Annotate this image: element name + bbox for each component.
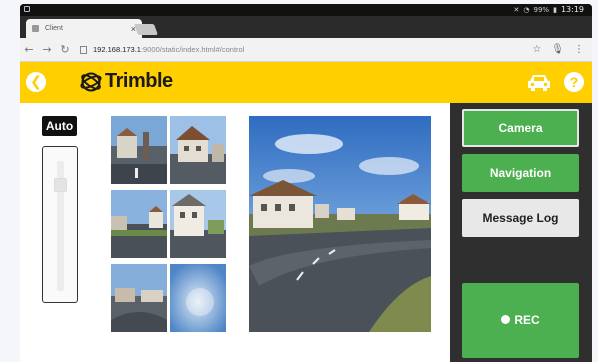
tab-strip: Client ×	[20, 16, 592, 38]
camera-view-4[interactable]	[170, 190, 226, 258]
control-page: Auto Camera Navigation Message Log REC	[20, 103, 592, 362]
notification-icon	[24, 6, 30, 12]
camera-view-3[interactable]	[111, 190, 167, 258]
address-bar[interactable]: 192.168.173.1:9000/static/index.html#/co…	[80, 42, 532, 58]
camera-view-1[interactable]	[111, 116, 167, 184]
screen-frame: ✕ ◔ 99% ▮ 13:19 Client × ← → ↻ 192.168.1…	[0, 0, 598, 362]
tablet-screen: ✕ ◔ 99% ▮ 13:19 Client × ← → ↻ 192.168.1…	[20, 4, 592, 362]
car-icon[interactable]	[526, 73, 552, 92]
camera-view-2[interactable]	[170, 116, 226, 184]
exposure-slider[interactable]	[42, 146, 78, 303]
battery-percent: 99%	[533, 5, 550, 14]
battery-icon: ▮	[553, 5, 557, 14]
bookmark-star-icon[interactable]: ☆	[532, 44, 541, 55]
page-info-icon[interactable]	[80, 45, 87, 54]
toolbar-actions: ☆ 🎙︎ ⋮	[532, 44, 584, 55]
clock: 13:19	[560, 5, 584, 14]
panorama-view[interactable]	[249, 116, 431, 332]
message-log-button[interactable]: Message Log	[462, 199, 579, 237]
record-dot-icon	[501, 315, 511, 325]
browser-tab[interactable]: Client ×	[26, 19, 142, 38]
status-bar: ✕ ◔ 99% ▮ 13:19	[20, 4, 592, 16]
url-path: :9000/static/index.html#/control	[140, 45, 245, 54]
forward-arrow-icon[interactable]: →	[38, 43, 56, 56]
favicon-icon	[32, 25, 39, 32]
slider-thumb[interactable]	[54, 178, 67, 193]
auto-button[interactable]: Auto	[42, 116, 77, 136]
record-label: REC	[514, 313, 540, 327]
camera-view-6[interactable]	[170, 264, 226, 332]
new-tab-button[interactable]	[133, 24, 159, 35]
reload-icon[interactable]: ↻	[56, 43, 74, 56]
record-button[interactable]: REC	[462, 283, 579, 358]
url-host: 192.168.173.1	[93, 45, 141, 54]
signal-icon: ✕	[513, 5, 520, 14]
back-arrow-icon[interactable]: ←	[20, 43, 38, 56]
trimble-logo: Trimble	[80, 70, 173, 93]
tab-title: Client	[45, 25, 63, 32]
menu-dots-icon[interactable]: ⋮	[574, 44, 584, 55]
microphone-icon[interactable]: 🎙︎	[551, 44, 564, 55]
help-icon[interactable]: ?	[564, 72, 584, 92]
trimble-globe-icon	[80, 72, 102, 91]
browser-toolbar: ← → ↻ 192.168.173.1:9000/static/index.ht…	[20, 38, 592, 62]
action-panel: Camera Navigation Message Log REC	[450, 103, 592, 362]
status-icons: ✕ ◔ 99% ▮ 13:19	[514, 5, 584, 14]
camera-view-5[interactable]	[111, 264, 167, 332]
camera-grid	[111, 116, 226, 334]
navigation-button[interactable]: Navigation	[462, 154, 579, 192]
logo-text: Trimble	[105, 70, 173, 92]
app-header: ❮ Trimble ?	[20, 62, 592, 103]
camera-button[interactable]: Camera	[462, 109, 579, 147]
wifi-icon: ◔	[523, 5, 530, 14]
back-icon[interactable]: ❮	[26, 72, 46, 92]
